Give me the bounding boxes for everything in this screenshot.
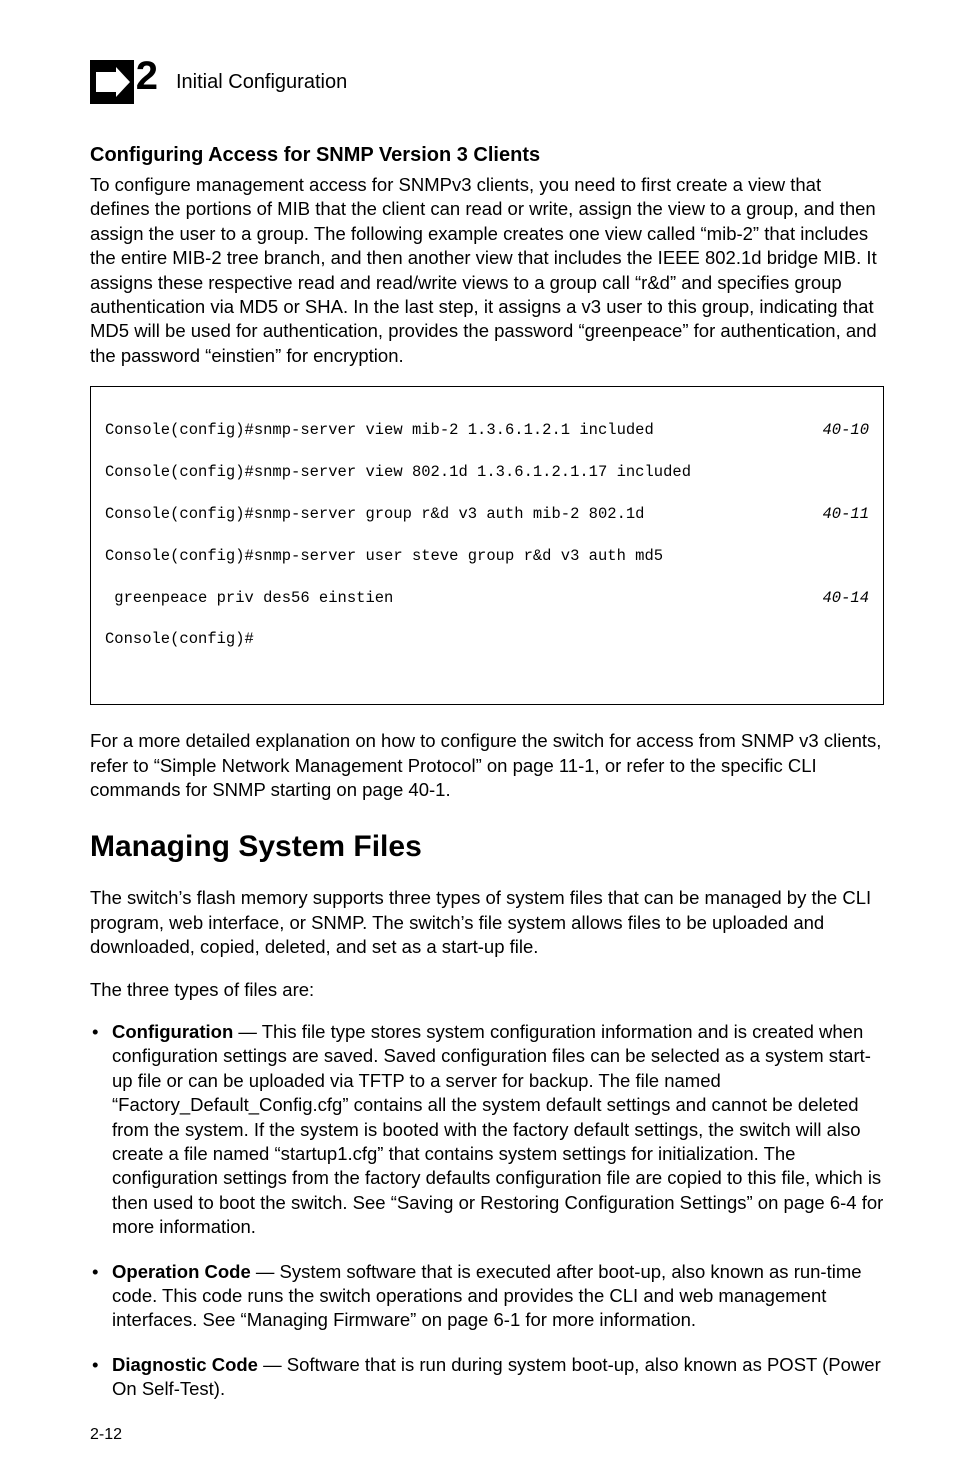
code-r3: 40-11: [802, 504, 869, 525]
list-item: Operation Code — System software that is…: [90, 1260, 884, 1333]
h1-managing-files: Managing System Files: [90, 830, 884, 864]
chapter-badge: 2: [90, 60, 134, 104]
page-number: 2-12: [90, 1426, 884, 1444]
arrow-icon: [90, 60, 134, 104]
after-code-para: For a more detailed explanation on how t…: [90, 729, 884, 802]
code-r1: 40-10: [802, 420, 869, 441]
msf-para1: The switch’s flash memory supports three…: [90, 886, 884, 959]
list-item: Configuration — This file type stores sy…: [90, 1020, 884, 1240]
chapter-number: 2: [136, 54, 158, 99]
msf-para2: The three types of files are:: [90, 978, 884, 1002]
bullet-label-operation-code: Operation Code: [112, 1261, 251, 1282]
bullet-label-configuration: Configuration: [112, 1021, 233, 1042]
code-l5: greenpeace priv des56 einstien: [105, 588, 393, 609]
section-para-snmp: To configure management access for SNMPv…: [90, 173, 884, 368]
code-l2: Console(config)#snmp-server view 802.1d …: [105, 462, 691, 483]
section-heading-snmp: Configuring Access for SNMP Version 3 Cl…: [90, 144, 884, 167]
header-title: Initial Configuration: [176, 71, 347, 94]
bullet-text-configuration: — This file type stores system configura…: [112, 1021, 883, 1237]
code-l6: Console(config)#: [105, 629, 254, 650]
code-l4: Console(config)#snmp-server user steve g…: [105, 546, 663, 567]
code-l3: Console(config)#snmp-server group r&d v3…: [105, 504, 645, 525]
page-header: 2 Initial Configuration: [90, 60, 884, 104]
file-types-list: Configuration — This file type stores sy…: [90, 1020, 884, 1402]
code-l1: Console(config)#snmp-server view mib-2 1…: [105, 420, 654, 441]
list-item: Diagnostic Code — Software that is run d…: [90, 1353, 884, 1402]
bullet-label-diagnostic-code: Diagnostic Code: [112, 1354, 258, 1375]
code-r5: 40-14: [802, 588, 869, 609]
code-block: Console(config)#snmp-server view mib-2 1…: [90, 386, 884, 705]
